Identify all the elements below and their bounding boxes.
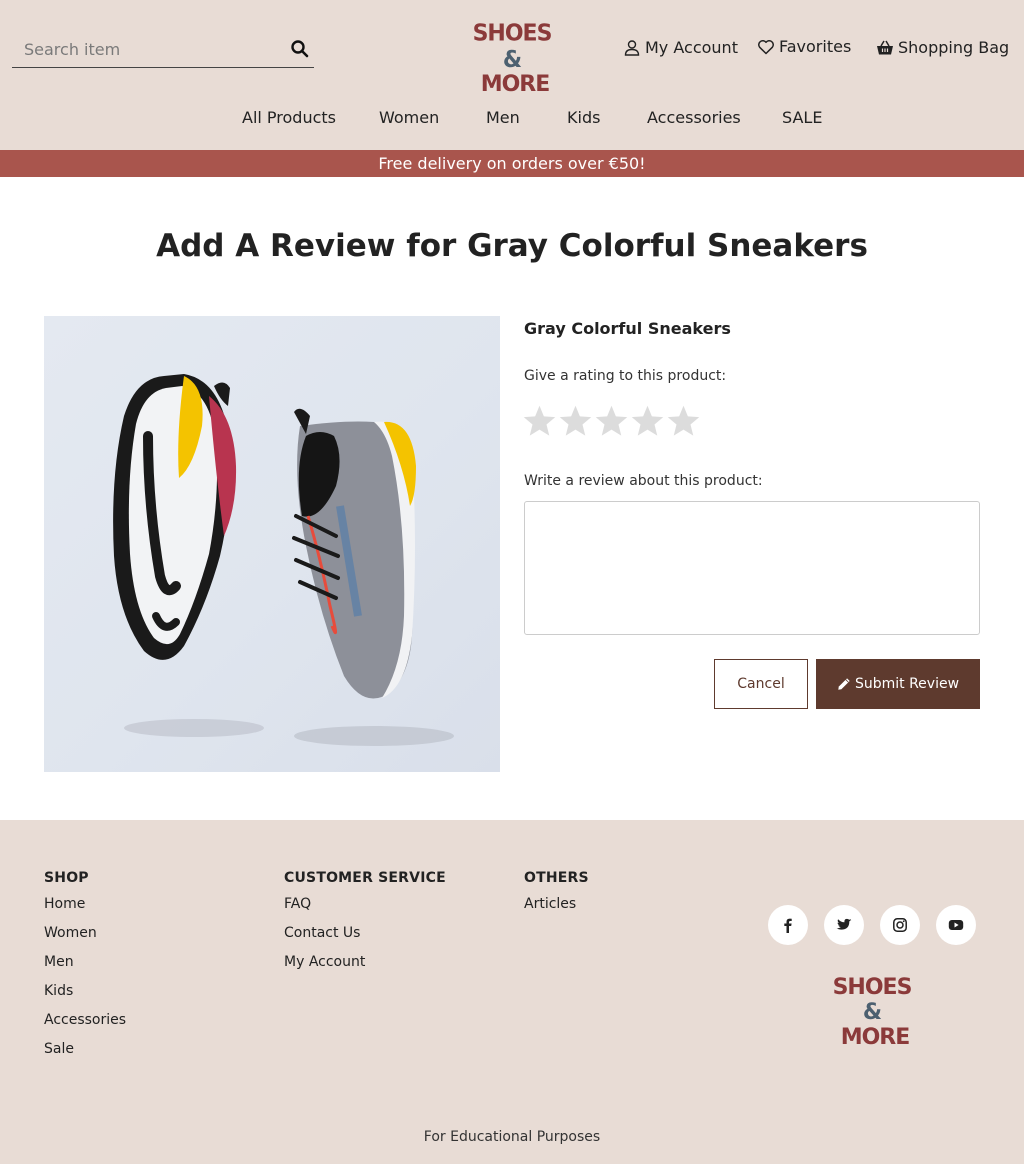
footer-others-column: OTHERS Articles — [524, 870, 589, 923]
footer-logo-text-shoes: SHOES — [832, 975, 913, 1000]
review-label: Write a review about this product: — [524, 473, 763, 489]
instagram-link[interactable] — [880, 905, 920, 945]
user-icon — [624, 39, 640, 56]
footer-link-contact-us[interactable]: Contact Us — [284, 923, 446, 952]
footer-link-men[interactable]: Men — [44, 952, 126, 981]
star-icon[interactable] — [522, 402, 557, 440]
submit-review-label: Submit Review — [854, 676, 960, 692]
star-icon[interactable] — [630, 402, 665, 440]
nav-all-products[interactable]: All Products — [242, 108, 336, 127]
logo-ampersand: & — [502, 47, 522, 74]
search-bar — [12, 30, 314, 68]
footer-link-faq[interactable]: FAQ — [284, 894, 446, 923]
footer-service-column: CUSTOMER SERVICE FAQ Contact Us My Accou… — [284, 870, 446, 981]
basket-icon — [877, 40, 893, 54]
page-title: Add A Review for Gray Colorful Sneakers — [156, 228, 868, 264]
site-footer: SHOP Home Women Men Kids Accessories Sal… — [0, 820, 1024, 1164]
footer-logo-ampersand: & — [862, 1000, 882, 1025]
footer-link-home[interactable]: Home — [44, 894, 126, 923]
rating-label: Give a rating to this product: — [524, 368, 727, 384]
footer-shop-column: SHOP Home Women Men Kids Accessories Sal… — [44, 870, 126, 1068]
footer-link-my-account[interactable]: My Account — [284, 952, 446, 981]
star-rating — [522, 402, 701, 440]
youtube-link[interactable] — [936, 905, 976, 945]
footer-note: For Educational Purposes — [423, 1129, 601, 1145]
footer-logo-text-more: MORE — [840, 1025, 911, 1050]
star-icon[interactable] — [594, 402, 629, 440]
submit-review-button[interactable]: Submit Review — [816, 659, 980, 709]
footer-shop-heading: SHOP — [44, 870, 89, 886]
star-icon[interactable] — [666, 402, 701, 440]
footer-link-kids[interactable]: Kids — [44, 981, 126, 1010]
footer-link-sale[interactable]: Sale — [44, 1039, 126, 1068]
youtube-icon — [948, 920, 964, 930]
heart-icon — [758, 39, 774, 54]
instagram-icon — [893, 918, 907, 932]
logo-text-more: MORE — [480, 72, 551, 97]
shopping-bag-label: Shopping Bag — [898, 38, 1010, 57]
pencil-icon — [838, 678, 850, 690]
footer-service-heading: CUSTOMER SERVICE — [284, 870, 446, 886]
favorites-label: Favorites — [779, 37, 852, 56]
cancel-button[interactable]: Cancel — [714, 659, 808, 709]
product-name: Gray Colorful Sneakers — [524, 319, 731, 338]
facebook-link[interactable] — [768, 905, 808, 945]
review-textarea[interactable] — [524, 501, 980, 635]
my-account-link[interactable]: My Account — [623, 38, 738, 57]
nav-kids[interactable]: Kids — [567, 108, 600, 127]
nav-men[interactable]: Men — [486, 108, 520, 127]
footer-brand-logo[interactable]: SHOES & MORE — [822, 975, 922, 1050]
twitter-link[interactable] — [824, 905, 864, 945]
brand-logo[interactable]: SHOES & MORE — [462, 20, 562, 97]
my-account-label: My Account — [645, 38, 738, 57]
footer-others-heading: OTHERS — [524, 870, 589, 886]
facebook-icon — [784, 918, 792, 933]
main-nav: All Products Women Men Kids Accessories … — [0, 108, 1024, 136]
promo-banner: Free delivery on orders over €50! — [0, 150, 1024, 177]
site-header: SHOES & MORE My Account Favorites Shoppi… — [0, 0, 1024, 150]
nav-accessories[interactable]: Accessories — [647, 108, 741, 127]
star-icon[interactable] — [558, 402, 593, 440]
twitter-icon — [836, 918, 852, 930]
footer-link-articles[interactable]: Articles — [524, 894, 589, 923]
favorites-link[interactable]: Favorites — [757, 37, 851, 56]
product-image — [44, 316, 500, 772]
logo-text-shoes: SHOES — [472, 20, 553, 47]
nav-sale[interactable]: SALE — [782, 108, 822, 127]
search-icon[interactable] — [290, 39, 310, 59]
footer-link-women[interactable]: Women — [44, 923, 126, 952]
nav-women[interactable]: Women — [379, 108, 439, 127]
footer-link-accessories[interactable]: Accessories — [44, 1010, 126, 1039]
shopping-bag-link[interactable]: Shopping Bag — [876, 38, 1009, 57]
search-input[interactable] — [12, 36, 282, 62]
